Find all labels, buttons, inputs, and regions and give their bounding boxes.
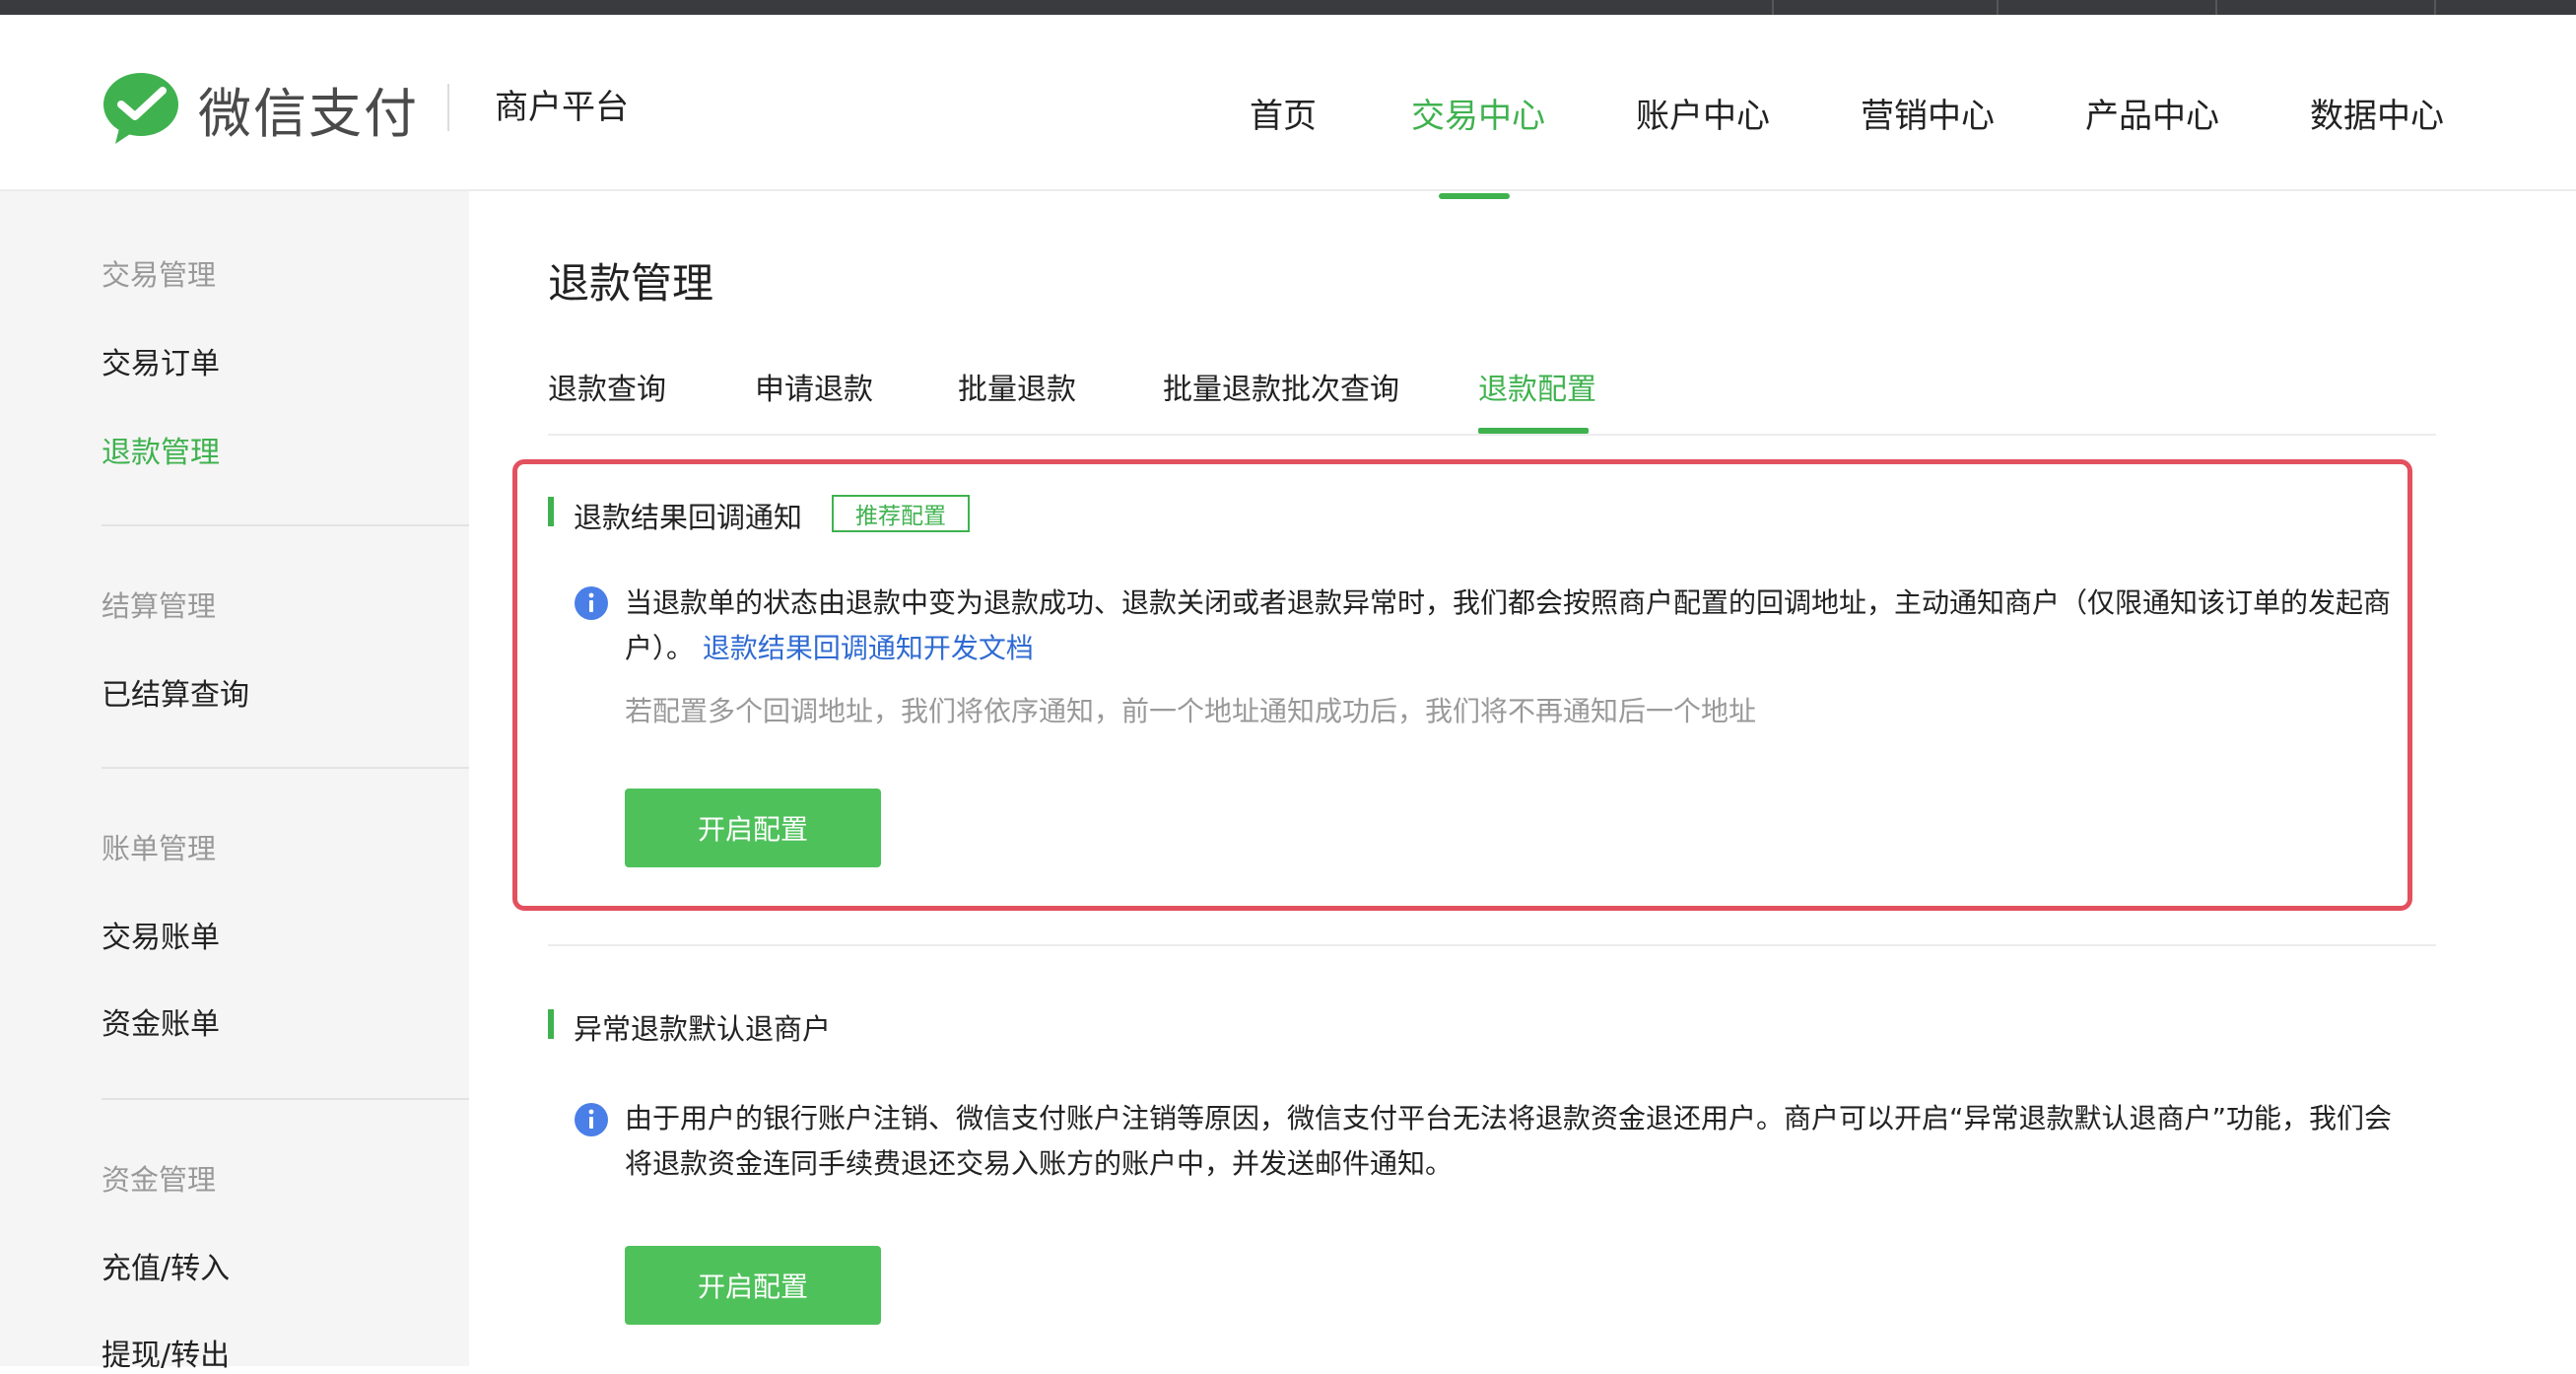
section-title-abnormal-refund: 异常退款默认退商户: [574, 1012, 832, 1046]
sidebar-divider: [102, 767, 469, 769]
page-title: 退款管理: [548, 259, 714, 308]
tab-apply-refund[interactable]: 申请退款: [755, 365, 873, 408]
info-icon: [575, 586, 608, 620]
top-nav: 首页 交易中心 账户中心 营销中心 产品中心 数据中心: [0, 74, 2576, 199]
tab-active-underline: [1478, 428, 1589, 434]
sidebar-group-title: 结算管理: [102, 589, 217, 623]
refund-tabs: 退款查询 申请退款 批量退款 批量退款批次查询 退款配置: [548, 355, 2436, 436]
sidebar-item-refund-management[interactable]: 退款管理: [102, 428, 220, 471]
section-separator: [548, 944, 2436, 946]
strip-divider: [2434, 0, 2436, 15]
sidebar-item-recharge[interactable]: 充值/转入: [102, 1244, 230, 1287]
sidebar: 交易管理 交易订单 退款管理 结算管理 已结算查询 账单管理 交易账单 资金账单…: [0, 191, 469, 1373]
tab-batch-refund-query[interactable]: 批量退款批次查询: [1163, 365, 1399, 408]
sidebar-item-trade-bill[interactable]: 交易账单: [102, 913, 220, 956]
refund-callback-description: 当退款单的状态由退款中变为退款成功、退款关闭或者退款异常时，我们都会按照商户配置…: [625, 581, 2399, 671]
sidebar-group-title: 账单管理: [102, 832, 217, 865]
strip-divider: [2215, 0, 2217, 15]
nav-item-data-center[interactable]: 数据中心: [2310, 89, 2444, 137]
sidebar-group-title: 资金管理: [102, 1163, 217, 1197]
nav-item-marketing-center[interactable]: 营销中心: [1861, 89, 1995, 137]
tab-refund-query[interactable]: 退款查询: [548, 365, 666, 408]
section-title-refund-callback: 退款结果回调通知: [574, 501, 803, 534]
nav-item-product-center[interactable]: 产品中心: [2085, 89, 2219, 137]
tab-refund-config[interactable]: 退款配置: [1478, 365, 1596, 408]
nav-item-account-center[interactable]: 账户中心: [1636, 89, 1770, 137]
info-icon: [575, 1103, 608, 1136]
refund-callback-hint: 若配置多个回调地址，我们将依序通知，前一个地址通知成功后，我们将不再通知后一个地…: [625, 695, 1757, 727]
sidebar-item-fund-bill[interactable]: 资金账单: [102, 999, 220, 1043]
nav-item-transaction-center[interactable]: 交易中心: [1411, 89, 1545, 137]
sidebar-item-trade-orders[interactable]: 交易订单: [102, 339, 220, 382]
sidebar-group-title: 交易管理: [102, 258, 217, 292]
section-accent-bar: [548, 1009, 554, 1039]
recommended-tag: 推荐配置: [832, 495, 970, 532]
enable-config-button[interactable]: 开启配置: [625, 1246, 881, 1325]
sidebar-divider: [102, 524, 469, 526]
sidebar-item-settled-query[interactable]: 已结算查询: [102, 670, 249, 714]
nav-active-underline: [1439, 193, 1510, 199]
dev-doc-link[interactable]: 退款结果回调通知开发文档: [703, 632, 1034, 664]
abnormal-refund-description: 由于用户的银行账户注销、微信支付账户注销等原因，微信支付平台无法将退款资金退还用…: [625, 1102, 2393, 1180]
strip-divider: [1772, 0, 1774, 15]
section-accent-bar: [548, 497, 554, 526]
strip-divider: [1997, 0, 1999, 15]
tab-batch-refund[interactable]: 批量退款: [958, 365, 1076, 408]
enable-config-button[interactable]: 开启配置: [625, 789, 881, 867]
nav-item-home[interactable]: 首页: [1250, 89, 1317, 137]
top-header: 微信支付 商户平台 首页 交易中心 账户中心 营销中心 产品中心 数据中心: [0, 15, 2576, 199]
sidebar-divider: [102, 1098, 469, 1100]
sidebar-item-withdraw[interactable]: 提现/转出: [102, 1331, 230, 1374]
window-top-strip: [0, 0, 2576, 15]
